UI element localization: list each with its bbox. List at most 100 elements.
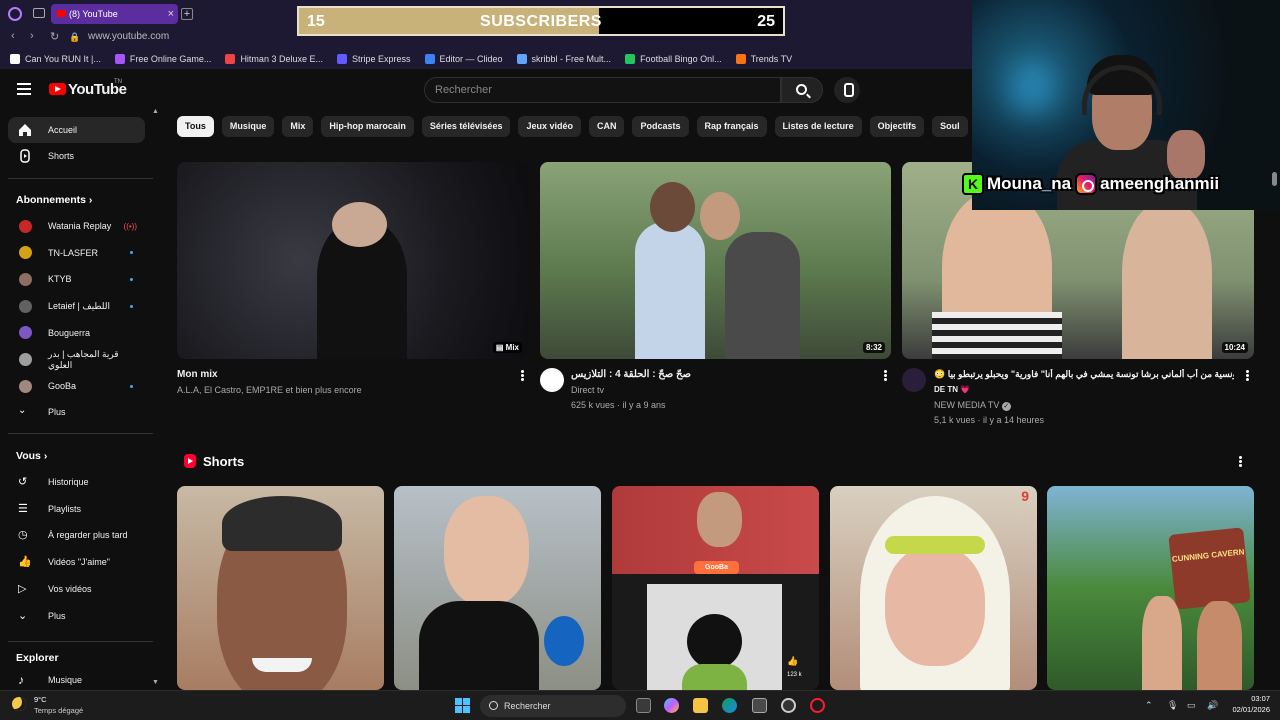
bookmark-item[interactable]: Trends TV: [735, 53, 792, 64]
voice-search-button[interactable]: [834, 77, 860, 103]
channel-avatar[interactable]: [902, 368, 926, 392]
more-actions-icon[interactable]: [884, 370, 887, 382]
bookmark-item[interactable]: Free Online Game...: [114, 53, 211, 64]
sidebar-subscription-item[interactable]: GooBa: [8, 373, 145, 399]
sidebar-subscription-item[interactable]: KTYB: [8, 266, 145, 292]
copilot-icon[interactable]: [664, 698, 679, 713]
sidebar-subscription-item[interactable]: Watania Replay ((•)): [8, 213, 145, 239]
taskbar-search[interactable]: Rechercher: [480, 695, 626, 717]
shorts-more-actions-icon[interactable]: [1239, 456, 1242, 468]
bookmark-item[interactable]: Editor — Clideo: [424, 53, 503, 64]
weather-temperature[interactable]: 9°C: [34, 695, 47, 704]
bookmark-item[interactable]: skribbl - Free Mult...: [516, 53, 611, 64]
clock-time[interactable]: 03:07: [1251, 694, 1270, 703]
sidebar-item-more[interactable]: ⌄ Plus: [8, 399, 145, 425]
moon-weather-icon[interactable]: [12, 697, 26, 711]
filter-chip[interactable]: Listes de lecture: [774, 116, 862, 137]
filter-chip[interactable]: Soul: [932, 116, 968, 137]
steam-icon[interactable]: [781, 698, 796, 713]
task-view-icon[interactable]: [636, 698, 651, 713]
bookmark-favicon-icon: [114, 53, 125, 64]
store-icon[interactable]: [752, 698, 767, 713]
video-title[interactable]: صحّ صحّ : الحلقة 4 : التلازيس: [571, 369, 691, 380]
sidebar-subscription-item[interactable]: Letaief | اللطيف: [8, 293, 145, 319]
subscription-name: TN-LASFER: [48, 247, 99, 258]
filter-chip[interactable]: Tous: [177, 116, 214, 137]
microphone-icon[interactable]: 🎙: [1167, 700, 1178, 711]
video-title[interactable]: Mon mix: [177, 369, 218, 380]
sidebar-subscription-item[interactable]: قرية المجاهب | بدر العلوي: [8, 347, 145, 373]
bookmark-item[interactable]: Hitman 3 Deluxe E...: [225, 53, 323, 64]
opera-gx-icon[interactable]: [810, 698, 825, 713]
sidebar-item-you[interactable]: ↺ Historique: [8, 469, 145, 495]
video-channel[interactable]: NEW MEDIA TV ✓: [934, 400, 1011, 411]
url-field[interactable]: www.youtube.com: [88, 31, 169, 42]
short-thumbnail[interactable]: CUNNING CAVERN: [1047, 486, 1254, 690]
video-title-extra[interactable]: DE TN 💗: [934, 385, 970, 394]
filter-chip[interactable]: Rap français: [696, 116, 767, 137]
edge-icon[interactable]: [722, 698, 737, 713]
video-thumbnail[interactable]: ▤ Mix: [177, 162, 528, 359]
close-tab-icon[interactable]: ×: [168, 4, 174, 24]
like-icon[interactable]: 👍: [787, 656, 798, 667]
tray-chevron-icon[interactable]: ⌃: [1145, 700, 1153, 711]
divider: [8, 178, 153, 179]
youtube-logo-icon[interactable]: [49, 83, 66, 95]
weather-description[interactable]: Temps dégagé: [34, 706, 83, 715]
more-actions-icon[interactable]: [1246, 370, 1249, 382]
sidebar-subscription-item[interactable]: TN-LASFER: [8, 240, 145, 266]
bookmark-item[interactable]: Football Bingo Onl...: [625, 53, 722, 64]
filter-chip[interactable]: Séries télévisées: [421, 116, 511, 137]
reload-icon[interactable]: ↻: [50, 30, 59, 43]
page-scrollbar[interactable]: [1272, 172, 1277, 186]
video-title[interactable]: 😳 تونسية من أب ألماني برشا تونسة يمشي في…: [934, 369, 1234, 380]
windows-start-icon[interactable]: [455, 698, 470, 713]
filter-chip[interactable]: Podcasts: [632, 116, 689, 137]
sidebar-item-shorts[interactable]: Shorts: [8, 143, 145, 169]
tab-manager-icon[interactable]: [33, 8, 45, 18]
filter-chip[interactable]: Hip-hop marocain: [321, 116, 414, 137]
new-tab-button[interactable]: +: [181, 8, 193, 20]
video-thumbnail[interactable]: 8:32: [540, 162, 891, 359]
short-thumbnail[interactable]: 9: [830, 486, 1037, 690]
video-channel[interactable]: Direct tv: [571, 385, 604, 395]
filter-chip[interactable]: Musique: [221, 116, 275, 137]
sidebar-item-home[interactable]: Accueil: [8, 117, 145, 143]
network-icon[interactable]: ▭: [1187, 700, 1196, 711]
menu-icon[interactable]: [17, 83, 31, 95]
sidebar-item-you[interactable]: ◷ À regarder plus tard: [8, 522, 145, 548]
short-thumbnail[interactable]: [394, 486, 601, 690]
more-actions-icon[interactable]: [521, 370, 524, 382]
bookmark-item[interactable]: Can You RUN It |...: [10, 53, 101, 64]
forward-icon[interactable]: ›: [30, 30, 34, 42]
file-explorer-icon[interactable]: [693, 698, 708, 713]
sidebar-subscription-item[interactable]: Bouguerra: [8, 320, 145, 346]
search-button[interactable]: [781, 77, 823, 103]
filter-chip[interactable]: Objectifs: [869, 116, 925, 137]
speaker-icon[interactable]: 🔊: [1207, 700, 1218, 711]
sidebar-item-you[interactable]: ⌄ Plus: [8, 603, 145, 629]
sidebar-scroll-up-icon[interactable]: ▲: [152, 108, 159, 115]
browser-tab-youtube[interactable]: (8) YouTube ×: [51, 4, 178, 24]
filter-chip[interactable]: Mix: [282, 116, 314, 137]
clock-date[interactable]: 02/01/2026: [1232, 705, 1270, 714]
filter-chip[interactable]: CAN: [588, 116, 625, 137]
search-icon: [796, 84, 807, 95]
short-thumbnail[interactable]: [177, 486, 384, 690]
back-icon[interactable]: ‹: [11, 30, 15, 42]
sidebar-scroll-down-icon[interactable]: ▼: [152, 679, 159, 686]
you-heading[interactable]: Vous ›: [16, 450, 47, 462]
channel-avatar[interactable]: [540, 368, 564, 392]
video-channel[interactable]: A.L.A, El Castro, EMP1RE et bien plus en…: [177, 385, 362, 395]
sidebar-item-you[interactable]: ▷ Vos vidéos: [8, 576, 145, 602]
subscriptions-heading[interactable]: Abonnements ›: [16, 194, 92, 206]
filter-chip[interactable]: Jeux vidéo: [518, 116, 581, 137]
search-input[interactable]: Rechercher: [424, 77, 781, 103]
sidebar-item-you[interactable]: ☰ Playlists: [8, 496, 145, 522]
sidebar-item-you[interactable]: 👍 Vidéos "J'aime": [8, 549, 145, 575]
bookmark-favicon-icon: [735, 53, 746, 64]
new-content-dot: [130, 304, 133, 308]
bookmark-item[interactable]: Stripe Express: [336, 53, 411, 64]
short-thumbnail[interactable]: GooBa 👍 123 k: [612, 486, 819, 690]
opera-logo-icon[interactable]: [8, 7, 22, 21]
